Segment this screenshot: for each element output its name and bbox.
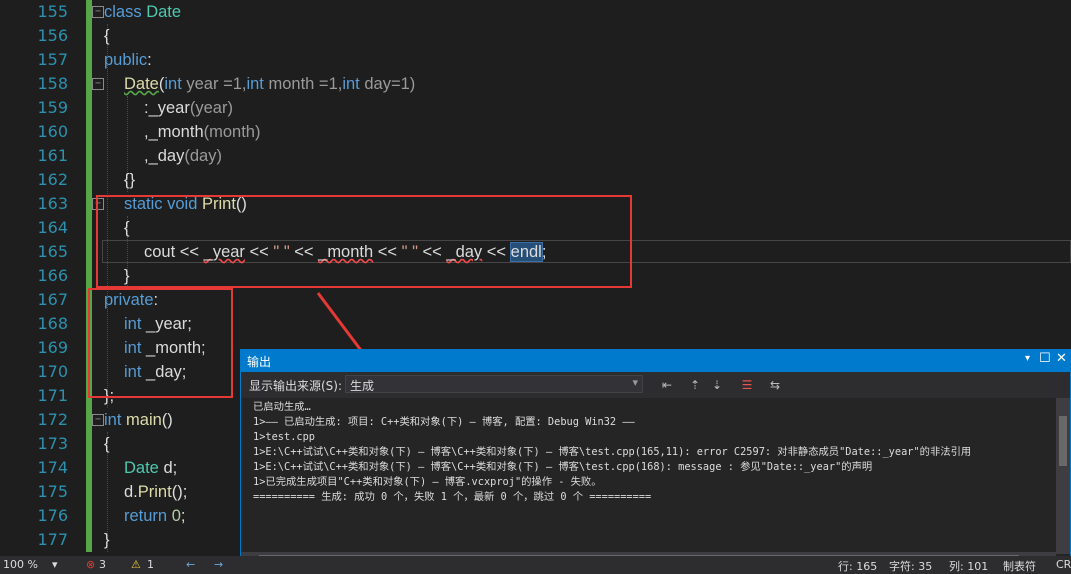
line-number: 173 [37, 434, 68, 453]
output-line: 1>test.cpp [253, 431, 315, 443]
clear-all-icon[interactable]: ☰ [739, 377, 755, 393]
warning-count[interactable]: 1 [147, 558, 154, 571]
collapse-icon[interactable]: − [92, 6, 104, 18]
code-line-155: class Date [104, 3, 182, 21]
error-count[interactable]: 3 [99, 558, 106, 571]
code-line-158: Date(int year =1,int month =1,int day=1) [124, 75, 416, 93]
line-number: 164 [37, 218, 68, 237]
zoom-level[interactable]: 100 % [3, 558, 38, 571]
char-position: 字符: 35 [889, 560, 933, 573]
output-line: 1>E:\C++试试\C++类和对象(下) — 博客\C++类和对象(下) — … [253, 461, 873, 473]
line-number: 165 [37, 242, 68, 261]
output-toolbar: 显示输出来源(S): 生成 ▾ ⇤ ⇡ ⇣ ☰ ⇆ [241, 372, 1070, 398]
line-number: 157 [37, 50, 68, 69]
line-ending[interactable]: CR [1056, 558, 1071, 571]
nav-forward-icon[interactable]: → [214, 558, 223, 571]
output-line: 1>E:\C++试试\C++类和对象(下) — 博客\C++类和对象(下) — … [253, 446, 972, 458]
code-line-162: {} [124, 171, 136, 189]
line-number: 166 [37, 266, 68, 285]
code-line-157: public: [104, 51, 152, 69]
code-line-177: } [104, 531, 110, 549]
line-number: 170 [37, 362, 68, 381]
line-number: 159 [37, 98, 68, 117]
output-line: 1>—— 已启动生成: 项目: C++类和对象(下) — 博客, 配置: Deb… [253, 416, 635, 428]
line-number: 171 [37, 386, 68, 405]
error-icon[interactable]: ⊗ [86, 558, 95, 571]
output-panel-title: 输出 [247, 355, 272, 369]
indent-mode[interactable]: 制表符 [1003, 558, 1036, 574]
dropdown-icon[interactable]: ▾ [1025, 353, 1030, 364]
output-text[interactable]: 已启动生成… 1>—— 已启动生成: 项目: C++类和对象(下) — 博客, 配… [253, 400, 1053, 505]
close-icon[interactable]: ✕ [1056, 351, 1067, 366]
vertical-scrollbar[interactable] [1056, 398, 1070, 554]
code-line-156: { [104, 27, 110, 45]
chevron-down-icon[interactable]: ▾ [52, 558, 58, 571]
maximize-icon[interactable]: ☐ [1039, 351, 1051, 366]
output-source-label: 显示输出来源(S): [249, 379, 343, 393]
line-number: 175 [37, 482, 68, 501]
line-number: 169 [37, 338, 68, 357]
code-line-173: { [104, 435, 110, 453]
previous-message-icon[interactable]: ⇡ [687, 377, 703, 393]
annotation-box-print [96, 195, 632, 288]
code-line-161: ,_day(day) [144, 147, 222, 165]
output-panel[interactable]: 输出 ▾ ☐ ✕ 显示输出来源(S): 生成 ▾ ⇤ ⇡ ⇣ ☰ ⇆ 已启动生成… [240, 349, 1071, 565]
code-line-175: d.Print(); [124, 483, 188, 501]
annotation-box-private [88, 288, 233, 398]
line-number: 156 [37, 26, 68, 45]
line-number: 168 [37, 314, 68, 333]
next-message-icon[interactable]: ⇣ [709, 377, 725, 393]
line-number: 160 [37, 122, 68, 141]
output-panel-titlebar[interactable]: 输出 ▾ ☐ ✕ [241, 350, 1070, 372]
warning-icon[interactable]: ⚠ [131, 558, 141, 571]
line-number: 167 [37, 290, 68, 309]
collapse-icon[interactable]: − [92, 78, 104, 90]
line-number: 155 [37, 2, 68, 21]
col-position: 列: 101 [949, 560, 989, 573]
line-number: 176 [37, 506, 68, 525]
nav-back-icon[interactable]: ← [186, 558, 195, 571]
glyph-margin [0, 0, 18, 556]
code-line-159: :_year(year) [144, 99, 233, 117]
line-number: 163 [37, 194, 68, 213]
code-line-174: Date d; [124, 459, 178, 477]
find-message-icon[interactable]: ⇤ [659, 377, 675, 393]
status-bar: 100 % ▾ ⊗ 3 ⚠ 1 ← → 行: 165 字符: 35 列: 101… [0, 556, 1071, 574]
output-source-select[interactable]: 生成 ▾ [345, 375, 643, 393]
output-line: 已启动生成… [253, 401, 311, 413]
code-line-172: int main() [104, 411, 173, 429]
collapse-icon[interactable]: − [92, 414, 104, 426]
line-number: 177 [37, 530, 68, 549]
line-number: 172 [37, 410, 68, 429]
line-position: 行: 165 [838, 560, 878, 573]
chevron-down-icon: ▾ [632, 376, 638, 389]
line-number: 161 [37, 146, 68, 165]
code-line-176: return 0; [124, 507, 186, 525]
code-line-160: ,_month(month) [144, 123, 261, 141]
line-number: 162 [37, 170, 68, 189]
line-number: 174 [37, 458, 68, 477]
output-line: 1>已完成生成项目"C++类和对象(下) — 博客.vcxproj"的操作 - … [253, 476, 602, 488]
output-line: ========== 生成: 成功 0 个，失败 1 个，最新 0 个，跳过 0… [253, 491, 652, 503]
line-number: 158 [37, 74, 68, 93]
word-wrap-icon[interactable]: ⇆ [767, 377, 783, 393]
